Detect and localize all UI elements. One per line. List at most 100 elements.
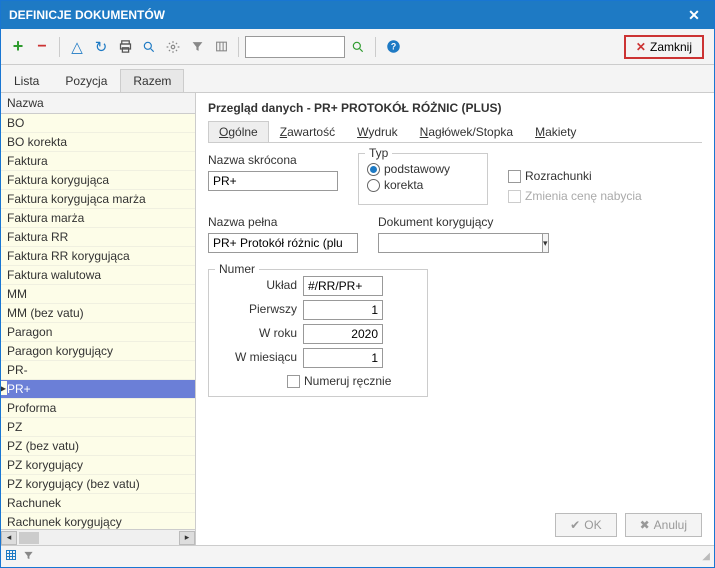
refresh-icon[interactable]: ↻ xyxy=(90,36,112,58)
subtab-ogolne[interactable]: Ogólne xyxy=(208,121,269,142)
cancel-button-label: Anuluj xyxy=(654,518,687,532)
window-close-button[interactable]: ✕ xyxy=(682,3,706,27)
check-manual-number-label: Numeruj ręcznie xyxy=(304,374,391,388)
horizontal-scrollbar[interactable]: ◂ ▸ xyxy=(1,529,195,545)
numer-legend: Numer xyxy=(215,262,259,276)
check-settlements[interactable]: Rozrachunki xyxy=(508,169,642,183)
top-tabs: Lista Pozycja Razem xyxy=(1,65,714,93)
list-item[interactable]: Faktura korygująca xyxy=(1,171,195,190)
uklad-label: Układ xyxy=(217,278,297,292)
list-column-header[interactable]: Nazwa xyxy=(1,93,195,114)
ok-button[interactable]: ✔ OK xyxy=(555,513,616,537)
list-item[interactable]: BO xyxy=(1,114,195,133)
close-button[interactable]: ✕ Zamknij xyxy=(624,35,704,59)
document-list[interactable]: BOBO korektaFakturaFaktura korygującaFak… xyxy=(1,114,195,529)
search-icon[interactable] xyxy=(138,36,160,58)
close-icon: ✕ xyxy=(636,40,646,54)
list-item[interactable]: PZ xyxy=(1,418,195,437)
columns-icon[interactable] xyxy=(210,36,232,58)
checkbox-icon xyxy=(508,190,521,203)
scroll-thumb[interactable] xyxy=(19,532,39,544)
radio-icon xyxy=(367,179,380,192)
statusbar: ◢ xyxy=(1,545,714,567)
check-changes-price-label: Zmienia cenę nabycia xyxy=(525,189,642,203)
filter-status-icon[interactable] xyxy=(23,550,34,564)
list-item[interactable]: Faktura korygująca marża xyxy=(1,190,195,209)
cancel-button[interactable]: ✖ Anuluj xyxy=(625,513,702,537)
list-item[interactable]: PR- xyxy=(1,361,195,380)
list-item[interactable]: BO korekta xyxy=(1,133,195,152)
cancel-icon: ✖ xyxy=(640,518,650,532)
subtab-naglowek[interactable]: Nagłówek/Stopka xyxy=(409,121,524,142)
list-item[interactable]: Proforma xyxy=(1,399,195,418)
year-label: W roku xyxy=(217,326,297,340)
first-input[interactable] xyxy=(303,300,383,320)
short-name-label: Nazwa skrócona xyxy=(208,153,338,167)
scroll-right-arrow[interactable]: ▸ xyxy=(179,531,195,545)
window-title: DEFINICJE DOKUMENTÓW xyxy=(9,8,682,22)
list-item[interactable]: PZ korygujący (bez vatu) xyxy=(1,475,195,494)
toolbar-search-input[interactable] xyxy=(245,36,345,58)
titlebar: DEFINICJE DOKUMENTÓW ✕ xyxy=(1,1,714,29)
list-item[interactable]: Faktura RR xyxy=(1,228,195,247)
type-legend: Typ xyxy=(365,146,392,160)
search-go-icon[interactable] xyxy=(347,36,369,58)
list-item[interactable]: Paragon xyxy=(1,323,195,342)
year-input[interactable] xyxy=(303,324,383,344)
triangle-icon[interactable]: △ xyxy=(66,36,88,58)
print-icon[interactable] xyxy=(114,36,136,58)
full-name-input[interactable] xyxy=(208,233,358,253)
grid-icon[interactable] xyxy=(5,549,17,564)
list-item[interactable]: Faktura RR korygująca xyxy=(1,247,195,266)
separator xyxy=(59,37,60,57)
checkbox-icon xyxy=(287,375,300,388)
full-name-label: Nazwa pełna xyxy=(208,215,358,229)
radio-basic[interactable]: podstawowy xyxy=(367,162,479,176)
ok-button-label: OK xyxy=(584,518,601,532)
radio-icon xyxy=(367,163,380,176)
corr-doc-input[interactable] xyxy=(378,233,543,253)
month-input[interactable] xyxy=(303,348,383,368)
check-settlements-label: Rozrachunki xyxy=(525,169,592,183)
help-icon[interactable]: ? xyxy=(382,36,404,58)
scroll-left-arrow[interactable]: ◂ xyxy=(1,531,17,545)
subtab-wydruk[interactable]: Wydruk xyxy=(346,121,409,142)
list-item[interactable]: MM xyxy=(1,285,195,304)
list-item[interactable]: Faktura walutowa xyxy=(1,266,195,285)
list-item[interactable]: MM (bez vatu) xyxy=(1,304,195,323)
list-item[interactable]: PZ (bez vatu) xyxy=(1,437,195,456)
first-label: Pierwszy xyxy=(217,302,297,316)
toolbar: + − △ ↻ ? ✕ Zamknij xyxy=(1,29,714,65)
resize-grip[interactable]: ◢ xyxy=(702,551,710,562)
list-item[interactable]: Faktura xyxy=(1,152,195,171)
tab-pozycja[interactable]: Pozycja xyxy=(52,69,120,92)
radio-basic-label: podstawowy xyxy=(384,162,450,176)
uklad-input[interactable] xyxy=(303,276,383,296)
right-panel: Przegląd danych - PR+ PROTOKÓŁ RÓŻNIC (P… xyxy=(196,93,714,545)
check-manual-number[interactable]: Numeruj ręcznie xyxy=(287,374,419,388)
separator xyxy=(238,37,239,57)
tab-lista[interactable]: Lista xyxy=(1,69,52,92)
list-item[interactable]: Rachunek korygujący xyxy=(1,513,195,529)
list-item[interactable]: PZ korygujący xyxy=(1,456,195,475)
checkbox-icon xyxy=(508,170,521,183)
filter-icon[interactable] xyxy=(186,36,208,58)
dropdown-icon[interactable]: ▾ xyxy=(543,233,549,253)
list-item[interactable]: Paragon korygujący xyxy=(1,342,195,361)
list-item[interactable]: Faktura marża xyxy=(1,209,195,228)
list-item[interactable]: PR+ xyxy=(1,380,195,399)
svg-text:?: ? xyxy=(390,42,395,52)
subtab-makiety[interactable]: Makiety xyxy=(524,121,587,142)
gear-icon[interactable] xyxy=(162,36,184,58)
subtab-zawartosc[interactable]: Zawartość xyxy=(269,121,346,142)
month-label: W miesiącu xyxy=(217,350,297,364)
tab-razem[interactable]: Razem xyxy=(120,69,184,92)
close-button-label: Zamknij xyxy=(650,40,692,54)
remove-button[interactable]: − xyxy=(31,36,53,58)
check-icon: ✔ xyxy=(570,518,580,532)
short-name-input[interactable] xyxy=(208,171,338,191)
separator xyxy=(375,37,376,57)
list-item[interactable]: Rachunek xyxy=(1,494,195,513)
radio-correction[interactable]: korekta xyxy=(367,178,479,192)
add-button[interactable]: + xyxy=(7,36,29,58)
